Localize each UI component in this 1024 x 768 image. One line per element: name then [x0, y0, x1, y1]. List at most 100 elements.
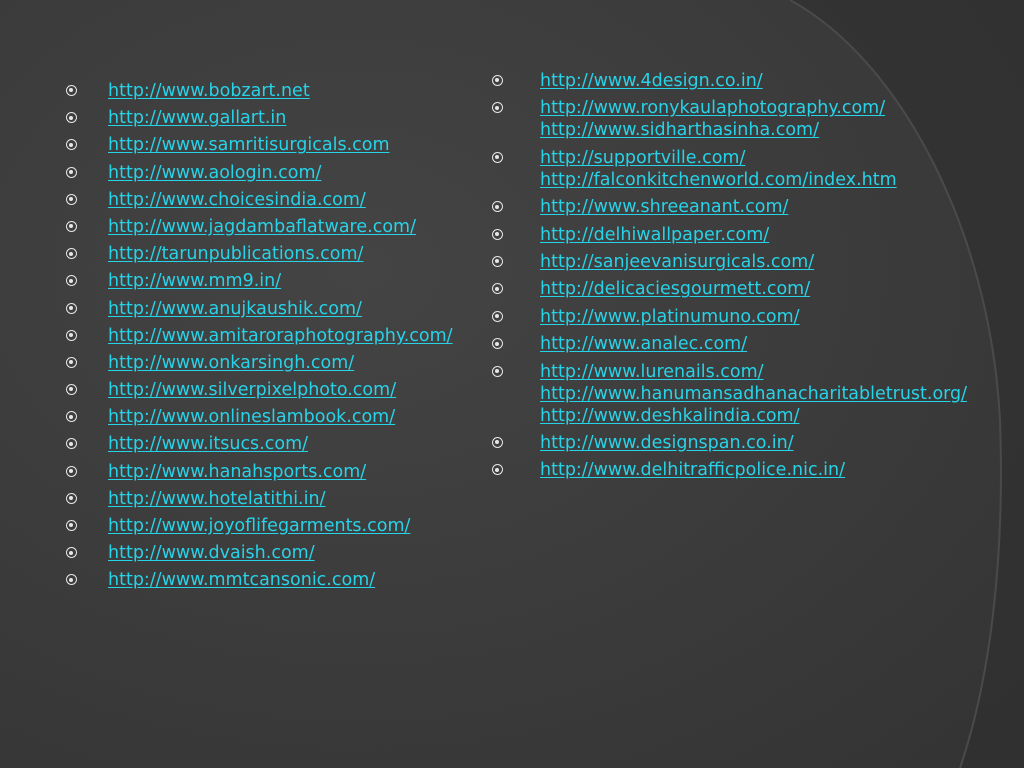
list-item: http://sanjeevanisurgicals.com/ — [492, 251, 1012, 273]
list-item: http://www.4design.co.in/ — [492, 70, 1012, 92]
slide: http://www.bobzart.net http://www.gallar… — [0, 0, 1024, 768]
link[interactable]: http://www.analec.com/ — [540, 333, 1012, 355]
link[interactable]: http://www.mmtcansonic.com/ — [108, 569, 496, 591]
bullet-icon — [492, 338, 503, 350]
link[interactable]: http://www.anujkaushik.com/ — [108, 298, 496, 320]
list-item: http://www.jagdambaflatware.com/ — [66, 216, 496, 238]
list-item: http://www.amitaroraphotography.com/ — [66, 325, 496, 347]
bullet-icon — [66, 112, 77, 124]
link[interactable]: http://www.bobzart.net — [108, 80, 496, 102]
list-item: http://www.mmtcansonic.com/ — [66, 569, 496, 591]
link[interactable]: http://www.shreeanant.com/ — [540, 196, 1012, 218]
list-item: http://tarunpublications.com/ — [66, 243, 496, 265]
bullet-icon — [492, 151, 503, 163]
list-item: http://supportville.com/http://falconkit… — [492, 147, 1012, 191]
link[interactable]: http://sanjeevanisurgicals.com/ — [540, 251, 1012, 273]
link[interactable]: http://www.silverpixelphoto.com/ — [108, 379, 496, 401]
list-item: http://www.dvaish.com/ — [66, 542, 496, 564]
bullet-icon — [66, 139, 77, 151]
bullet-icon — [66, 384, 77, 396]
list-item: http://delhiwallpaper.com/ — [492, 224, 1012, 246]
bullet-icon — [66, 574, 77, 586]
bullet-icon — [492, 283, 503, 295]
bullet-icon — [492, 436, 503, 448]
list-item: http://www.gallart.in — [66, 107, 496, 129]
bullet-icon — [66, 275, 77, 287]
link-list-right: http://www.4design.co.in/ http://www.ron… — [492, 70, 1012, 487]
link[interactable]: http://supportville.com/ — [540, 147, 1012, 169]
link[interactable]: http://www.gallart.in — [108, 107, 496, 129]
bullet-icon — [66, 248, 77, 260]
link[interactable]: http://www.lurenails.com/ — [540, 361, 1012, 383]
link[interactable]: http://delicaciesgourmett.com/ — [540, 278, 1012, 300]
link[interactable]: http://falconkitchenworld.com/index.htm — [540, 169, 1012, 191]
bullet-icon — [66, 166, 77, 178]
list-item: http://www.ronykaulaphotography.com/http… — [492, 97, 1012, 141]
list-item: http://www.joyoflifegarments.com/ — [66, 515, 496, 537]
link[interactable]: http://www.amitaroraphotography.com/ — [108, 325, 496, 347]
link[interactable]: http://www.joyoflifegarments.com/ — [108, 515, 496, 537]
link[interactable]: http://www.onkarsingh.com/ — [108, 352, 496, 374]
link[interactable]: http://www.sidharthasinha.com/ — [540, 119, 1012, 141]
link[interactable]: http://www.ronykaulaphotography.com/ — [540, 97, 1012, 119]
list-item: http://www.choicesindia.com/ — [66, 189, 496, 211]
list-item: http://delicaciesgourmett.com/ — [492, 278, 1012, 300]
bullet-icon — [492, 255, 503, 267]
list-item: http://www.silverpixelphoto.com/ — [66, 379, 496, 401]
list-item: http://www.aologin.com/ — [66, 162, 496, 184]
list-item: http://www.samritisurgicals.com — [66, 134, 496, 156]
link[interactable]: http://www.hanumansadhanacharitabletrust… — [540, 383, 1012, 405]
bullet-icon — [66, 193, 77, 205]
link[interactable]: http://www.hotelatithi.in/ — [108, 488, 496, 510]
bullet-icon — [66, 547, 77, 559]
bullet-icon — [492, 310, 503, 322]
link[interactable]: http://www.delhitrafficpolice.nic.in/ — [540, 459, 1012, 481]
list-item: http://www.shreeanant.com/ — [492, 196, 1012, 218]
bullet-icon — [492, 201, 503, 213]
link[interactable]: http://www.choicesindia.com/ — [108, 189, 496, 211]
bullet-icon — [66, 302, 77, 314]
list-item: http://www.hotelatithi.in/ — [66, 488, 496, 510]
link[interactable]: http://delhiwallpaper.com/ — [540, 224, 1012, 246]
link[interactable]: http://www.designspan.co.in/ — [540, 432, 1012, 454]
bullet-icon — [66, 520, 77, 531]
bullet-icon — [66, 411, 77, 423]
bullet-icon — [66, 465, 77, 477]
list-item: http://www.hanahsports.com/ — [66, 461, 496, 483]
bullet-icon — [66, 329, 77, 341]
link[interactable]: http://www.itsucs.com/ — [108, 433, 496, 455]
list-item: http://www.bobzart.net — [66, 80, 496, 102]
list-item: http://www.mm9.in/ — [66, 270, 496, 292]
link-list-left: http://www.bobzart.net http://www.gallar… — [66, 80, 496, 597]
list-item: http://www.itsucs.com/ — [66, 433, 496, 455]
bullet-icon — [492, 75, 503, 86]
list-item: http://www.delhitrafficpolice.nic.in/ — [492, 459, 1012, 481]
link[interactable]: http://www.4design.co.in/ — [540, 70, 1012, 92]
link[interactable]: http://www.jagdambaflatware.com/ — [108, 216, 496, 238]
link[interactable]: http://www.deshkalindia.com/ — [540, 405, 1012, 427]
list-item: http://www.analec.com/ — [492, 333, 1012, 355]
link[interactable]: http://www.hanahsports.com/ — [108, 461, 496, 483]
link[interactable]: http://www.dvaish.com/ — [108, 542, 496, 564]
list-item: http://www.platinumuno.com/ — [492, 306, 1012, 328]
list-item: http://www.designspan.co.in/ — [492, 432, 1012, 454]
link[interactable]: http://tarunpublications.com/ — [108, 243, 496, 265]
link[interactable]: http://www.onlineslambook.com/ — [108, 406, 496, 428]
bullet-icon — [492, 464, 503, 476]
link[interactable]: http://www.mm9.in/ — [108, 270, 496, 292]
bullet-icon — [66, 85, 77, 96]
link[interactable]: http://www.aologin.com/ — [108, 162, 496, 184]
bullet-icon — [66, 438, 77, 450]
bullet-icon — [492, 102, 503, 114]
bullet-icon — [66, 220, 77, 232]
link[interactable]: http://www.platinumuno.com/ — [540, 306, 1012, 328]
bullet-icon — [66, 492, 77, 504]
list-item: http://www.anujkaushik.com/ — [66, 298, 496, 320]
bullet-icon — [492, 365, 503, 377]
link[interactable]: http://www.samritisurgicals.com — [108, 134, 496, 156]
list-item: http://www.onlineslambook.com/ — [66, 406, 496, 428]
bullet-icon — [66, 356, 77, 368]
list-item: http://www.lurenails.com/http://www.hanu… — [492, 361, 1012, 427]
bullet-icon — [492, 228, 503, 240]
list-item: http://www.onkarsingh.com/ — [66, 352, 496, 374]
